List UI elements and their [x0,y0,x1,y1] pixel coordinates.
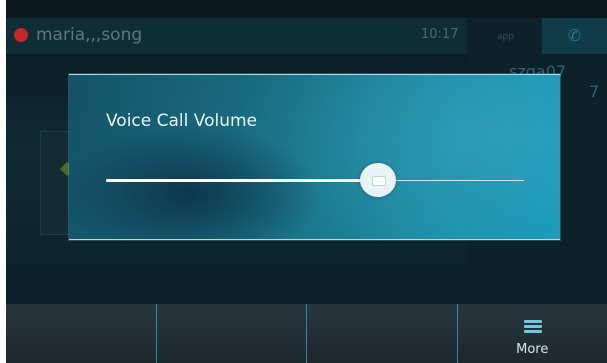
user-name: maria,,,song [36,25,143,45]
phone-icon[interactable]: ✆ [542,18,607,54]
clock: 10:17 [421,27,459,42]
more-button[interactable]: More [457,304,607,363]
slider-handle[interactable] [360,163,396,197]
softkey-1[interactable] [6,304,157,363]
phone-screen: maria,,,song 10:17 app ✆ szqa07 7 Voice … [6,0,607,363]
presence-status-icon [14,28,28,42]
line-extension: 7 [589,82,600,101]
more-label: More [516,342,549,357]
softkey-bar: More [6,304,607,363]
volume-dialog: Voice Call Volume [69,74,560,240]
small-tag: app [497,32,514,42]
slider-empty-track [378,180,524,181]
slider-filled-track [106,179,378,182]
slider-handle-center [372,176,386,186]
list-icon [523,320,542,334]
softkey-2[interactable] [156,304,307,363]
volume-slider[interactable] [106,163,524,197]
softkey-3[interactable] [307,304,458,363]
dialog-title: Voice Call Volume [106,111,258,131]
